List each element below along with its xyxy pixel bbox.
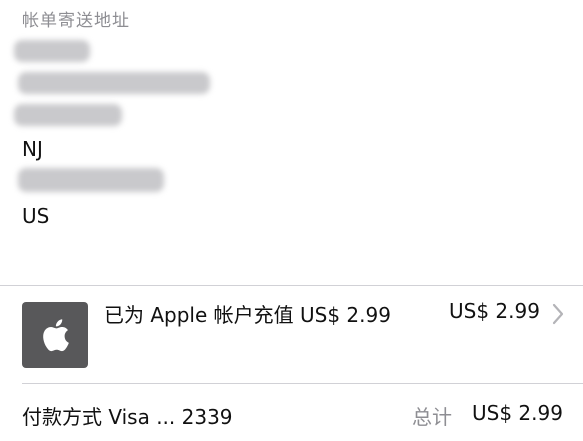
- item-price: US$ 2.99: [449, 299, 540, 323]
- divider-top: [0, 285, 583, 286]
- item-title: 已为 Apple 帐户充值 US$ 2.99: [104, 303, 391, 327]
- redacted-zip: [18, 168, 164, 192]
- address-state: NJ: [22, 137, 43, 161]
- apple-logo-icon: [43, 319, 69, 352]
- redacted-city: [14, 104, 122, 126]
- total-value: US$ 2.99: [472, 401, 563, 425]
- payment-method-label: 付款方式 Visa ... 2339: [22, 405, 233, 429]
- app-tile: [22, 302, 88, 368]
- address-country: US: [22, 204, 50, 228]
- chevron-right-icon[interactable]: [551, 303, 565, 325]
- redacted-name: [14, 40, 90, 62]
- total-label: 总计: [412, 405, 452, 429]
- divider-bottom: [22, 383, 583, 384]
- billing-address-title: 帐单寄送地址: [22, 11, 130, 31]
- redacted-street: [18, 72, 210, 94]
